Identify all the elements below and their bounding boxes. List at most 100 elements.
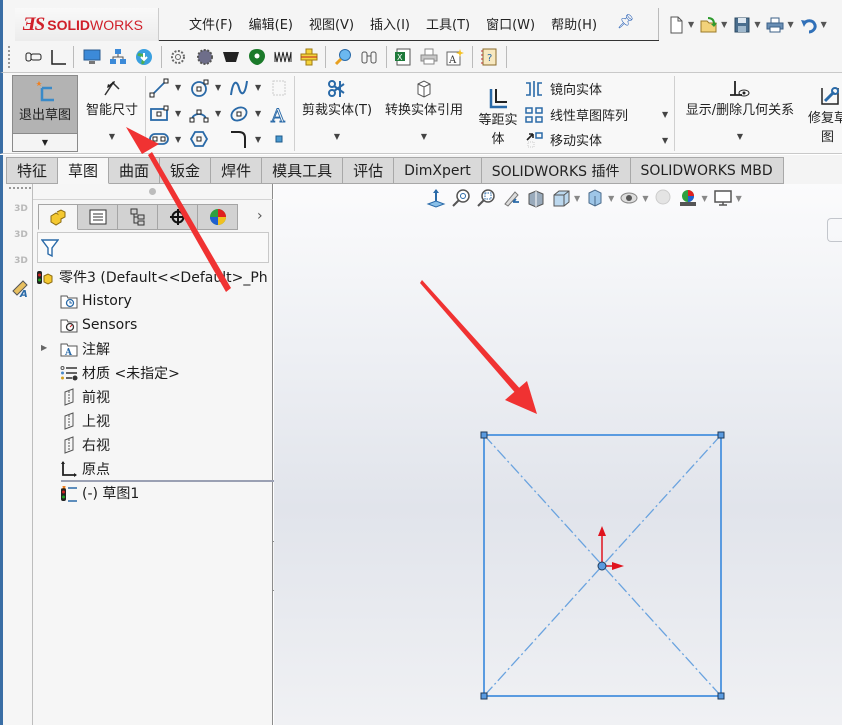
slot-tool-icon[interactable] (149, 129, 169, 149)
print-button[interactable]: ▼ (766, 16, 794, 34)
text-sparkle-icon[interactable]: A (446, 48, 464, 66)
printer-icon[interactable] (420, 48, 438, 66)
chevron-down-icon[interactable]: ▼ (737, 132, 743, 141)
magnifier-icon[interactable] (334, 48, 352, 66)
tab-solidworks-addins[interactable]: SOLIDWORKS 插件 (481, 157, 631, 184)
binoculars-icon[interactable] (360, 48, 378, 66)
tab-surfaces[interactable]: 曲面 (109, 157, 161, 184)
tab-solidworks-mbd[interactable]: SOLIDWORKS MBD (630, 157, 784, 184)
display-relations-button[interactable]: 显示/删除几何关系 ▼ (679, 79, 801, 151)
gear-solid-icon[interactable] (196, 48, 214, 66)
sketch-corner-point[interactable] (717, 692, 725, 700)
angle-icon[interactable] (49, 48, 67, 66)
chevron-down-icon[interactable]: ▼ (688, 20, 694, 29)
tree-item-right-plane[interactable]: 右视 (59, 434, 110, 456)
chevron-down-icon[interactable]: ▼ (787, 20, 793, 29)
chevron-down-icon[interactable]: ▼ (215, 109, 221, 118)
rib-icon[interactable] (300, 48, 318, 66)
menu-window[interactable]: 窗口(W) (486, 14, 535, 33)
help-book-icon[interactable]: ? (480, 48, 498, 66)
rectangle-tool-icon[interactable] (149, 104, 169, 124)
graphics-area[interactable]: ▼ ▼ ▼ ▼ ▼ (274, 184, 842, 725)
expand-arrow-icon[interactable]: ▶ (41, 343, 47, 352)
chevron-down-icon[interactable]: ▼ (175, 135, 181, 144)
new-button[interactable]: ▼ (667, 16, 694, 34)
chevron-right-icon[interactable]: › (257, 208, 263, 224)
text-tool-icon[interactable]: A (269, 104, 289, 124)
plane-tool-icon[interactable] (269, 78, 289, 98)
sketch-corner-point[interactable] (480, 692, 488, 700)
circle-tool-icon[interactable] (189, 78, 209, 98)
smart-dimension-button[interactable]: 智能尺寸 ▼ (81, 77, 143, 151)
chevron-down-icon[interactable]: ▼ (721, 20, 727, 29)
chevron-down-icon[interactable]: ▼ (662, 110, 668, 119)
move-entities-button[interactable]: 移动实体 (524, 130, 602, 149)
tree-item-origin[interactable]: 原点 (59, 458, 110, 480)
3d-publish-icon[interactable]: 3D (10, 224, 32, 246)
exit-sketch-dropdown[interactable]: ▼ (13, 133, 77, 151)
menu-tools[interactable]: 工具(T) (426, 14, 470, 33)
sketch-corner-point[interactable] (717, 431, 725, 439)
3d-view-icon[interactable]: 3D (10, 198, 32, 220)
mirror-entities-button[interactable]: 镜向实体 (524, 79, 602, 98)
chevron-down-icon[interactable]: ▼ (255, 109, 261, 118)
tree-item-sketch1[interactable]: (-) 草图1 (59, 482, 139, 504)
trim-entities-button[interactable]: 剪裁实体(T) ▼ (299, 79, 375, 151)
tab-sketch[interactable]: 草图 (58, 157, 110, 184)
spring-icon[interactable] (274, 48, 292, 66)
configurationmanager-tab[interactable] (118, 204, 158, 230)
gear-outline-icon[interactable] (169, 48, 187, 66)
panel-grip[interactable] (149, 188, 156, 195)
arc-tool-icon[interactable] (189, 104, 209, 124)
funnel-shape-icon[interactable] (222, 48, 240, 66)
undo-button[interactable]: ▼ (800, 16, 827, 34)
tab-weldments[interactable]: 焊件 (211, 157, 263, 184)
shield-icon[interactable] (248, 48, 266, 66)
tree-item-history[interactable]: History (59, 290, 132, 312)
propertymanager-tab[interactable] (78, 204, 118, 230)
tree-item-front-plane[interactable]: 前视 (59, 386, 110, 408)
chevron-down-icon[interactable]: ▼ (255, 135, 261, 144)
tab-evaluate[interactable]: 评估 (343, 157, 395, 184)
toolbar-grip[interactable] (8, 46, 11, 68)
chevron-down-icon[interactable]: ▼ (754, 20, 760, 29)
open-button[interactable]: ▼ (700, 16, 727, 34)
menu-file[interactable]: 文件(F) (189, 14, 233, 33)
menu-edit[interactable]: 编辑(E) (249, 14, 293, 33)
spline-tool-icon[interactable] (229, 78, 249, 98)
tab-dimxpert[interactable]: DimXpert (394, 157, 482, 184)
chevron-down-icon[interactable]: ▼ (175, 83, 181, 92)
network-icon[interactable] (109, 48, 127, 66)
chevron-down-icon[interactable]: ▼ (821, 20, 827, 29)
tree-filter[interactable] (37, 232, 269, 263)
polygon-tool-icon[interactable] (189, 129, 209, 149)
tree-root-part[interactable]: 零件3 (Default<<Default>_Ph (36, 266, 268, 288)
sketch-origin-icon[interactable] (597, 526, 624, 571)
chevron-down-icon[interactable]: ▼ (215, 83, 221, 92)
tab-features[interactable]: 特征 (6, 157, 59, 184)
exit-sketch-button[interactable]: 退出草图 ▼ (12, 75, 78, 152)
tab-mold-tools[interactable]: 模具工具 (262, 157, 344, 184)
tab-sheet-metal[interactable]: 钣金 (160, 157, 212, 184)
linear-pattern-button[interactable]: 线性草图阵列 (524, 105, 628, 124)
chevron-down-icon[interactable]: ▼ (109, 132, 115, 141)
monitor-icon[interactable] (83, 48, 101, 66)
displaymanager-tab[interactable] (198, 204, 238, 230)
tree-item-top-plane[interactable]: 上视 (59, 410, 110, 432)
chevron-down-icon[interactable]: ▼ (255, 83, 261, 92)
rollback-bar[interactable] (61, 480, 299, 482)
chevron-down-icon[interactable]: ▼ (175, 109, 181, 118)
globe-download-icon[interactable] (135, 48, 153, 66)
featuremanager-tab[interactable] (38, 204, 78, 230)
chevron-down-icon[interactable]: ▼ (421, 132, 427, 141)
save-button[interactable]: ▼ (733, 16, 760, 34)
tree-item-sensors[interactable]: Sensors (59, 314, 137, 336)
ellipse-tool-icon[interactable] (229, 104, 249, 124)
point-tool-icon[interactable] (269, 129, 289, 149)
menu-help[interactable]: 帮助(H) (551, 14, 597, 33)
pin-icon[interactable]: 📌︎ (617, 14, 635, 30)
convert-entities-button[interactable]: 转换实体引用 ▼ (379, 79, 469, 151)
line-tool-icon[interactable] (149, 78, 169, 98)
excel-icon[interactable]: X (394, 48, 412, 66)
toolstrip-grip[interactable] (9, 187, 31, 189)
